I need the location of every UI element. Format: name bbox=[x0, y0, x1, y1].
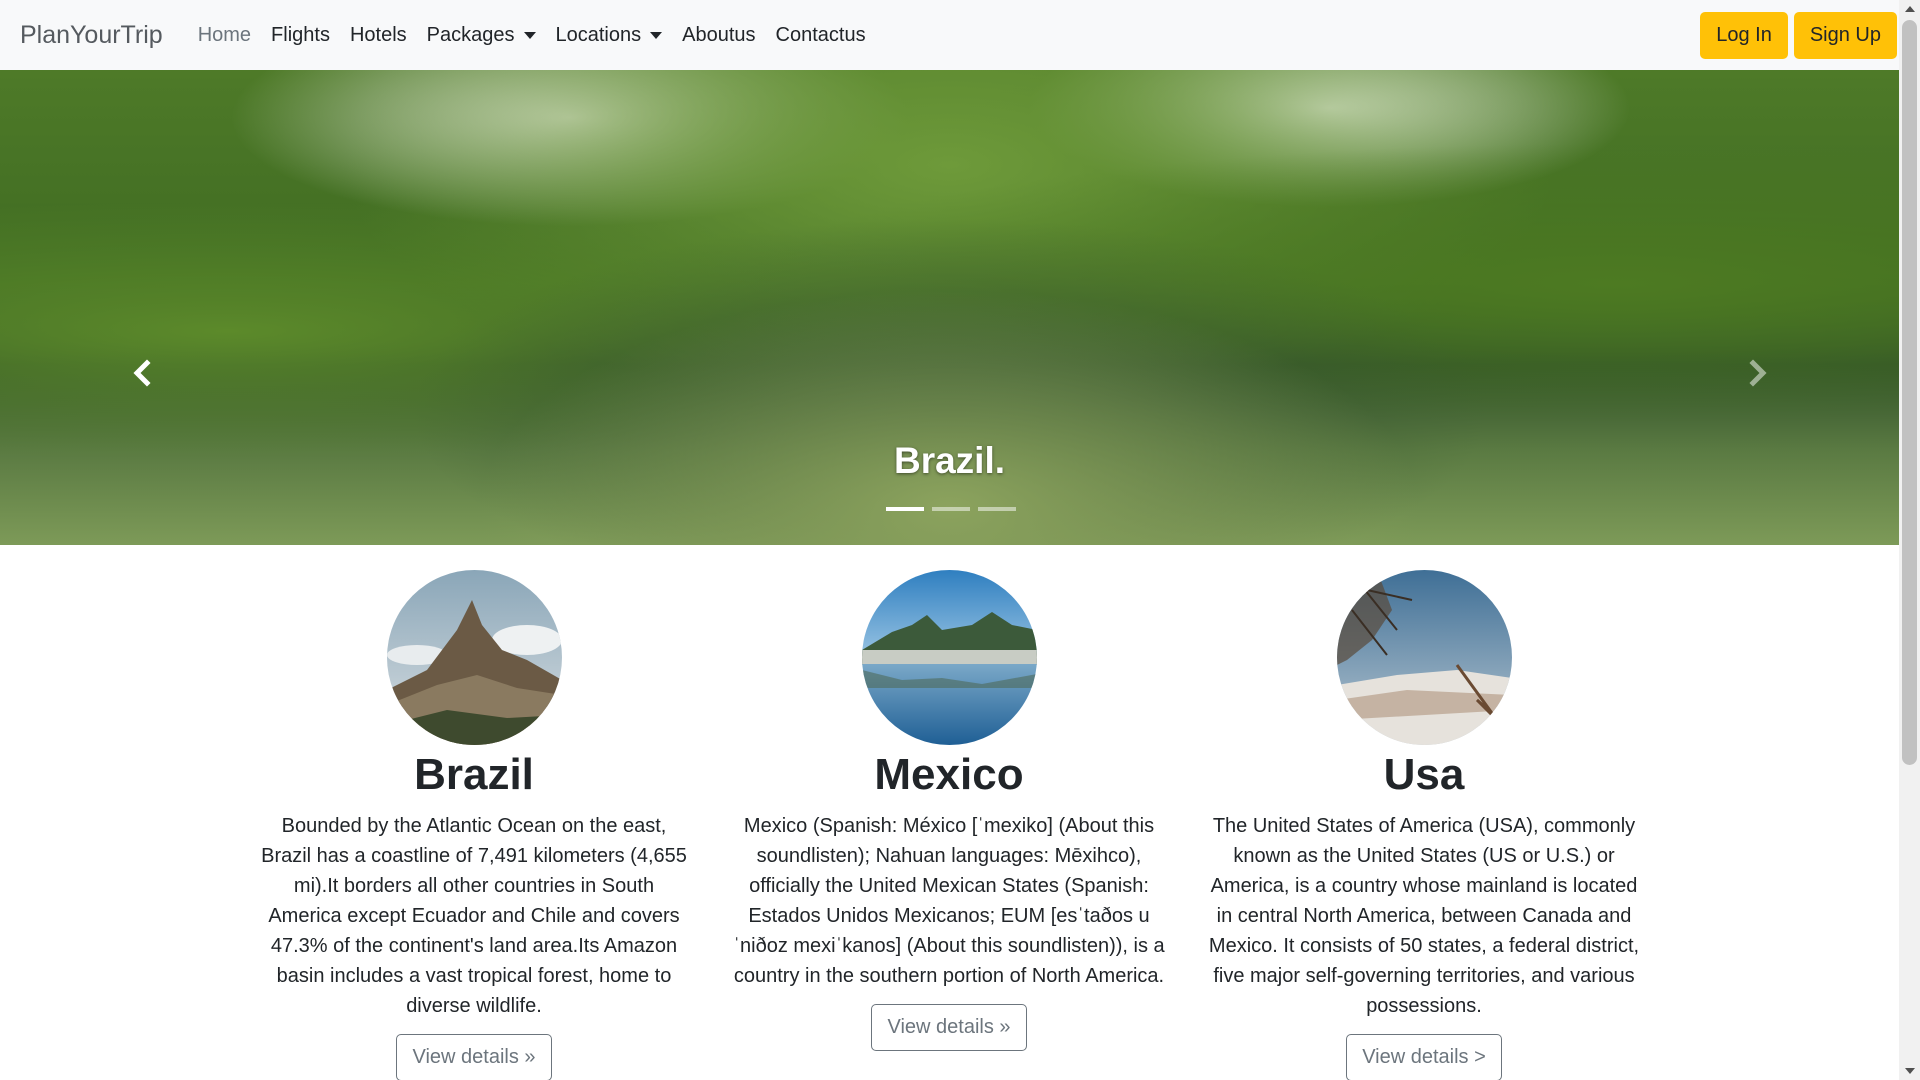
carousel-next-button[interactable] bbox=[1742, 358, 1772, 388]
nav-packages-dropdown[interactable]: Packages bbox=[417, 24, 546, 47]
card-text: Mexico (Spanish: México [ˈmexiko] (About… bbox=[733, 815, 1165, 987]
nav-flights[interactable]: Flights bbox=[261, 24, 340, 47]
view-details-button[interactable]: View details » bbox=[871, 1004, 1027, 1051]
view-details-button[interactable]: View details » bbox=[396, 1034, 552, 1080]
nav-aboutus[interactable]: Aboutus bbox=[672, 24, 765, 47]
carousel-indicator[interactable] bbox=[932, 507, 970, 511]
caret-down-icon bbox=[650, 31, 663, 39]
carousel-prev-button[interactable] bbox=[128, 358, 158, 388]
carousel-indicators bbox=[886, 507, 1016, 511]
scroll-down-arrow-icon[interactable] bbox=[1905, 1068, 1915, 1074]
chevron-left-icon bbox=[133, 359, 151, 387]
nav-locations-dropdown[interactable]: Locations bbox=[546, 24, 673, 47]
card-title: Usa bbox=[1383, 750, 1465, 799]
card-title: Mexico bbox=[874, 750, 1024, 799]
login-button[interactable]: Log In bbox=[1700, 12, 1788, 59]
usa-thumbnail bbox=[1336, 570, 1512, 745]
destination-card-usa: Usa The United States of America (USA), … bbox=[1204, 570, 1644, 1080]
mexico-thumbnail bbox=[861, 570, 1037, 745]
card-title: Brazil bbox=[414, 750, 534, 799]
nav-locations-label: Locations bbox=[555, 23, 642, 46]
page-scrollbar[interactable] bbox=[1899, 0, 1920, 1080]
nav-hotels[interactable]: Hotels bbox=[340, 24, 417, 47]
destination-card-mexico: Mexico Mexico (Spanish: México [ˈmexiko]… bbox=[729, 570, 1169, 1051]
brazil-thumbnail bbox=[386, 570, 562, 745]
scroll-up-arrow-icon[interactable] bbox=[1905, 6, 1915, 12]
hero-carousel: Brazil. bbox=[0, 70, 1899, 545]
nav-links: Home Flights Hotels Packages Locations A… bbox=[188, 24, 876, 47]
caret-down-icon bbox=[523, 31, 536, 39]
nav-contactus[interactable]: Contactus bbox=[766, 24, 876, 47]
card-text: The United States of America (USA), comm… bbox=[1208, 815, 1640, 1017]
carousel-caption: Brazil. bbox=[893, 440, 1006, 481]
brand-logo[interactable]: PlanYourTrip bbox=[20, 21, 163, 50]
nav-home[interactable]: Home bbox=[188, 24, 261, 47]
destination-card-brazil: Brazil Bounded by the Atlantic Ocean on … bbox=[254, 570, 694, 1080]
signup-button[interactable]: Sign Up bbox=[1793, 12, 1897, 59]
card-text: Bounded by the Atlantic Ocean on the eas… bbox=[261, 815, 687, 1017]
view-details-button[interactable]: View details > bbox=[1346, 1034, 1502, 1080]
navbar: PlanYourTrip Home Flights Hotels Package… bbox=[0, 0, 1899, 70]
auth-buttons: Log In Sign Up bbox=[1700, 12, 1897, 59]
chevron-right-icon bbox=[1749, 359, 1767, 387]
nav-packages-label: Packages bbox=[426, 23, 515, 46]
scrollbar-thumb[interactable] bbox=[1902, 20, 1917, 765]
carousel-indicator[interactable] bbox=[978, 507, 1016, 511]
carousel-indicator[interactable] bbox=[886, 507, 924, 511]
